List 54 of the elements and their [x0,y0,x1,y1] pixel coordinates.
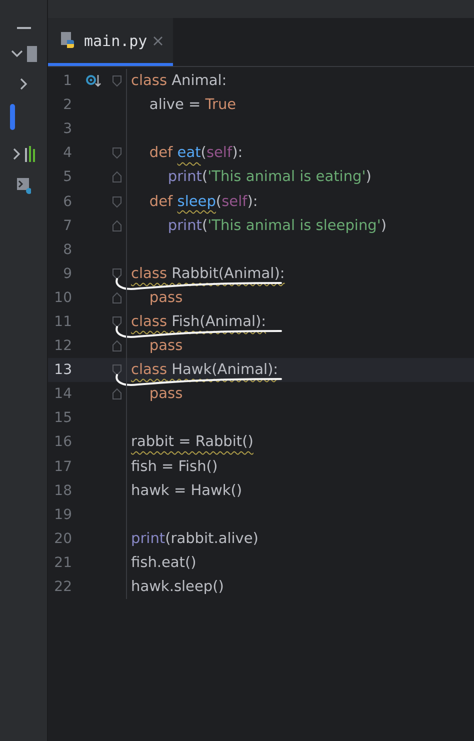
selection-indicator [10,104,15,130]
line-number: 15 [53,410,72,426]
line-number: 3 [62,121,72,138]
line-number: 1 [62,73,72,90]
fold-icon[interactable] [112,268,122,280]
minimize-icon[interactable] [16,26,30,30]
line-number: 19 [53,506,72,523]
code-line: rabbit = Rabbit() [131,434,254,450]
code-line: hawk = Hawk() [131,482,242,499]
fold-icon[interactable] [112,316,122,328]
code-line: def sleep(self): [148,194,258,210]
line-number: 14 [53,386,72,402]
line-number: 6 [62,194,72,210]
chevron-down-icon[interactable] [10,50,22,58]
line-number: 10 [53,290,72,306]
line-number: 12 [53,338,72,354]
line-number: 13 [53,362,72,378]
code-line: pass [148,338,183,354]
code-line: class Hawk(Animal): [131,362,278,378]
line-number: 18 [53,482,72,499]
code-line: print('This animal is eating') [166,169,372,186]
code-line: hawk.sleep() [131,579,224,596]
line-number: 4 [62,145,72,162]
terminal-icon[interactable] [16,178,30,194]
fold-icon[interactable] [112,364,122,376]
line-number: 22 [53,579,72,596]
code-line: def eat(self): [148,145,243,162]
bar-chart-icon[interactable] [24,146,34,162]
code-line: class Rabbit(Animal): [131,266,285,282]
line-number: 5 [62,169,72,186]
code-line: fish = Fish() [131,458,218,475]
line-number: 17 [53,458,72,475]
line-number: 7 [62,218,72,234]
code-line: print('This animal is sleeping') [166,218,387,234]
line-number: 21 [53,554,72,571]
chevron-right-icon[interactable] [20,78,28,90]
line-number: 16 [53,434,72,450]
code-line: class Fish(Animal): [131,314,266,330]
code-line: print(rabbit.alive) [131,530,258,547]
code-line: class Animal: [131,73,227,90]
line-number: 2 [62,97,72,114]
folder-icon [26,46,36,62]
editor-tab[interactable]: main.py [48,18,174,66]
line-number: 8 [62,242,72,258]
override-marker-icon[interactable] [86,74,102,88]
line-number: 9 [62,266,72,282]
close-icon[interactable] [153,36,164,46]
code-line: pass [148,290,183,306]
code-line: pass [148,386,183,402]
code-line: alive = True [148,97,236,114]
code-line: fish.eat() [131,554,196,571]
line-number: 11 [53,314,72,330]
chevron-right-icon[interactable] [12,148,20,160]
line-number: 20 [53,530,72,547]
